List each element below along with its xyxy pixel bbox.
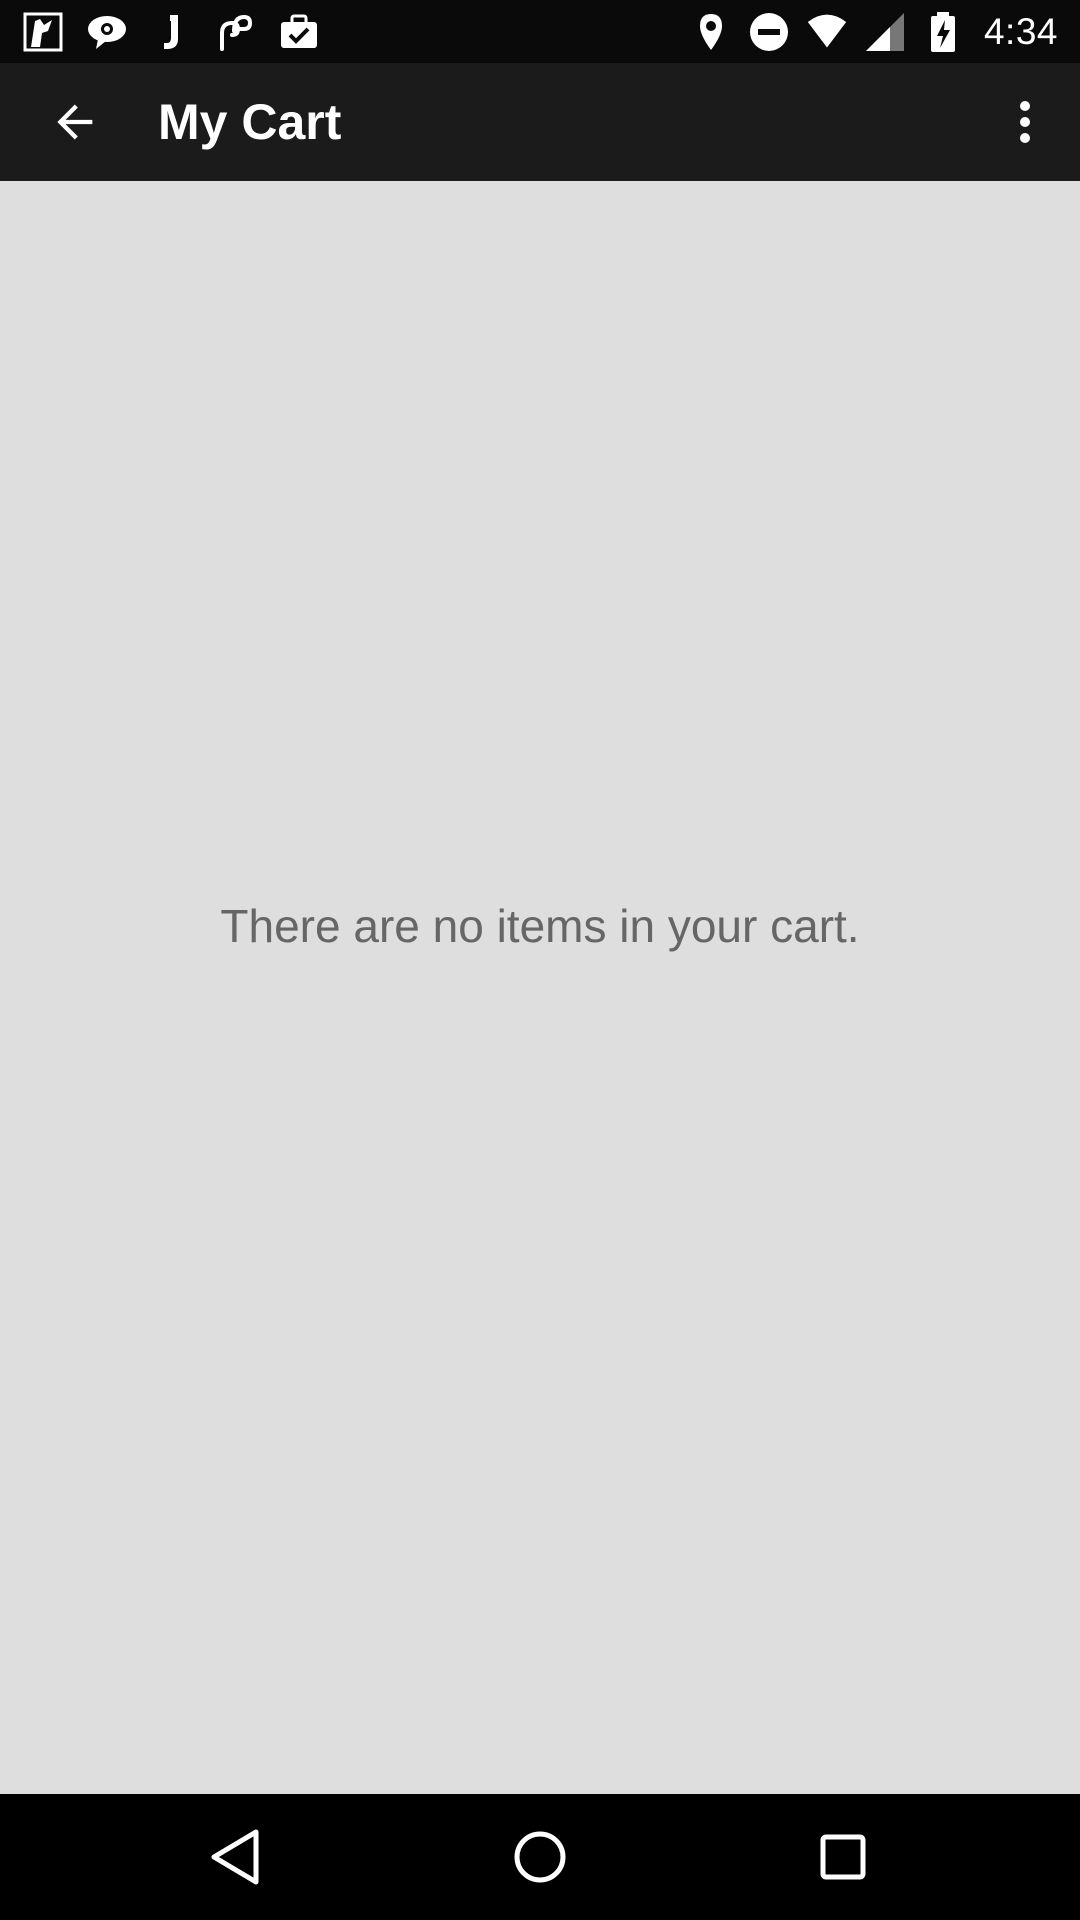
back-button[interactable] — [30, 77, 120, 167]
nav-home-button[interactable] — [500, 1817, 580, 1897]
page-title: My Cart — [158, 94, 342, 150]
more-vert-icon — [1020, 101, 1030, 143]
empty-cart-message: There are no items in your cart. — [220, 900, 860, 952]
notification-icons — [22, 8, 320, 56]
briefcase-notification-icon — [278, 11, 320, 53]
chat-notification-icon — [86, 11, 128, 53]
arrow-back-icon — [57, 104, 93, 140]
app-bar: My Cart — [0, 63, 1080, 181]
nav-home-icon — [514, 1831, 566, 1883]
do-not-disturb-icon — [748, 11, 790, 53]
nav-recents-button[interactable] — [803, 1817, 883, 1897]
system-status-icons: 4:34 — [690, 8, 1058, 56]
status-time: 4:34 — [983, 11, 1058, 52]
overflow-menu-button[interactable] — [980, 77, 1070, 167]
location-icon — [690, 11, 732, 53]
nav-recents-icon — [820, 1834, 866, 1880]
wifi-icon — [806, 11, 848, 53]
nav-back-button[interactable] — [196, 1817, 276, 1897]
photo-notification-icon — [22, 11, 64, 53]
navigation-bar — [0, 1794, 1080, 1920]
j-app-notification-icon — [150, 11, 192, 53]
nav-back-icon — [211, 1829, 259, 1885]
cart-content: There are no items in your cart. — [0, 181, 1080, 1794]
battery-charging-icon — [922, 11, 964, 53]
link-notification-icon — [214, 11, 256, 53]
status-bar: 4:34 — [0, 0, 1080, 63]
cell-signal-icon — [864, 11, 906, 53]
